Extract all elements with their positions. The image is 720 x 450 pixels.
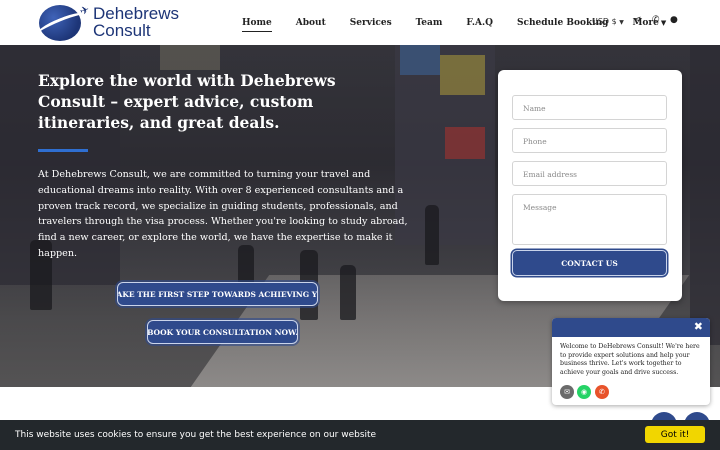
brand-name-line1: Dehebrews: [93, 4, 179, 23]
nav-faq[interactable]: F.A.Q: [466, 18, 493, 28]
user-icon[interactable]: ●: [670, 15, 678, 25]
phone-icon[interactable]: ✆: [652, 15, 660, 25]
contact-form: Name Phone Email address Message CONTACT…: [498, 70, 682, 301]
cookie-banner: This website uses cookies to ensure you …: [0, 420, 720, 450]
hero-description: At Dehebrews Consult, we are committed t…: [38, 169, 408, 259]
chat-welcome-message: Welcome to DeHebrews Consult! We're here…: [560, 343, 700, 376]
nav-team[interactable]: Team: [416, 18, 443, 28]
nav-about[interactable]: About: [296, 18, 326, 28]
cookie-message: This website uses cookies to ensure you …: [15, 430, 377, 440]
first-step-button[interactable]: TAKE THE FIRST STEP TOWARDS ACHIEVING YO: [117, 282, 318, 306]
message-field[interactable]: Message: [512, 194, 667, 245]
site-header: ✈ Dehebrews Consult Home About Services …: [0, 0, 720, 45]
chevron-down-icon: ▼: [619, 19, 624, 26]
phone-icon[interactable]: ✆: [595, 385, 609, 399]
email-icon[interactable]: ✉: [560, 385, 574, 399]
cookie-accept-button[interactable]: Got it!: [645, 426, 705, 443]
chat-popup: ✖ Welcome to DeHebrews Consult! We're he…: [552, 318, 710, 405]
currency-selector[interactable]: USD $ ▼: [592, 17, 624, 26]
contact-us-button[interactable]: CONTACT US: [512, 250, 667, 276]
phone-field[interactable]: Phone: [512, 128, 667, 153]
brand-name-line2: Consult: [93, 21, 151, 40]
currency-label: USD $: [592, 17, 617, 26]
chat-header: ✖: [552, 318, 710, 337]
share-icon[interactable]: ⋖: [634, 15, 642, 25]
book-consultation-button[interactable]: BOOK YOUR CONSULTATION NOW.: [147, 320, 298, 344]
hero-title: Explore the world with Dehebrews Consult…: [38, 71, 336, 132]
name-field[interactable]: Name: [512, 95, 667, 120]
caret-down-icon: ▼: [660, 17, 667, 27]
globe-plane-logo-icon: ✈: [33, 2, 91, 42]
close-icon[interactable]: ✖: [694, 320, 703, 333]
nav-services[interactable]: Services: [350, 18, 392, 28]
brand-name: Dehebrews Consult: [93, 5, 179, 39]
nav-home[interactable]: Home: [242, 18, 272, 32]
title-accent-line: [38, 149, 88, 152]
whatsapp-icon[interactable]: ◉: [577, 385, 591, 399]
email-field[interactable]: Email address: [512, 161, 667, 186]
brand-logo[interactable]: ✈ Dehebrews Consult: [33, 2, 179, 42]
